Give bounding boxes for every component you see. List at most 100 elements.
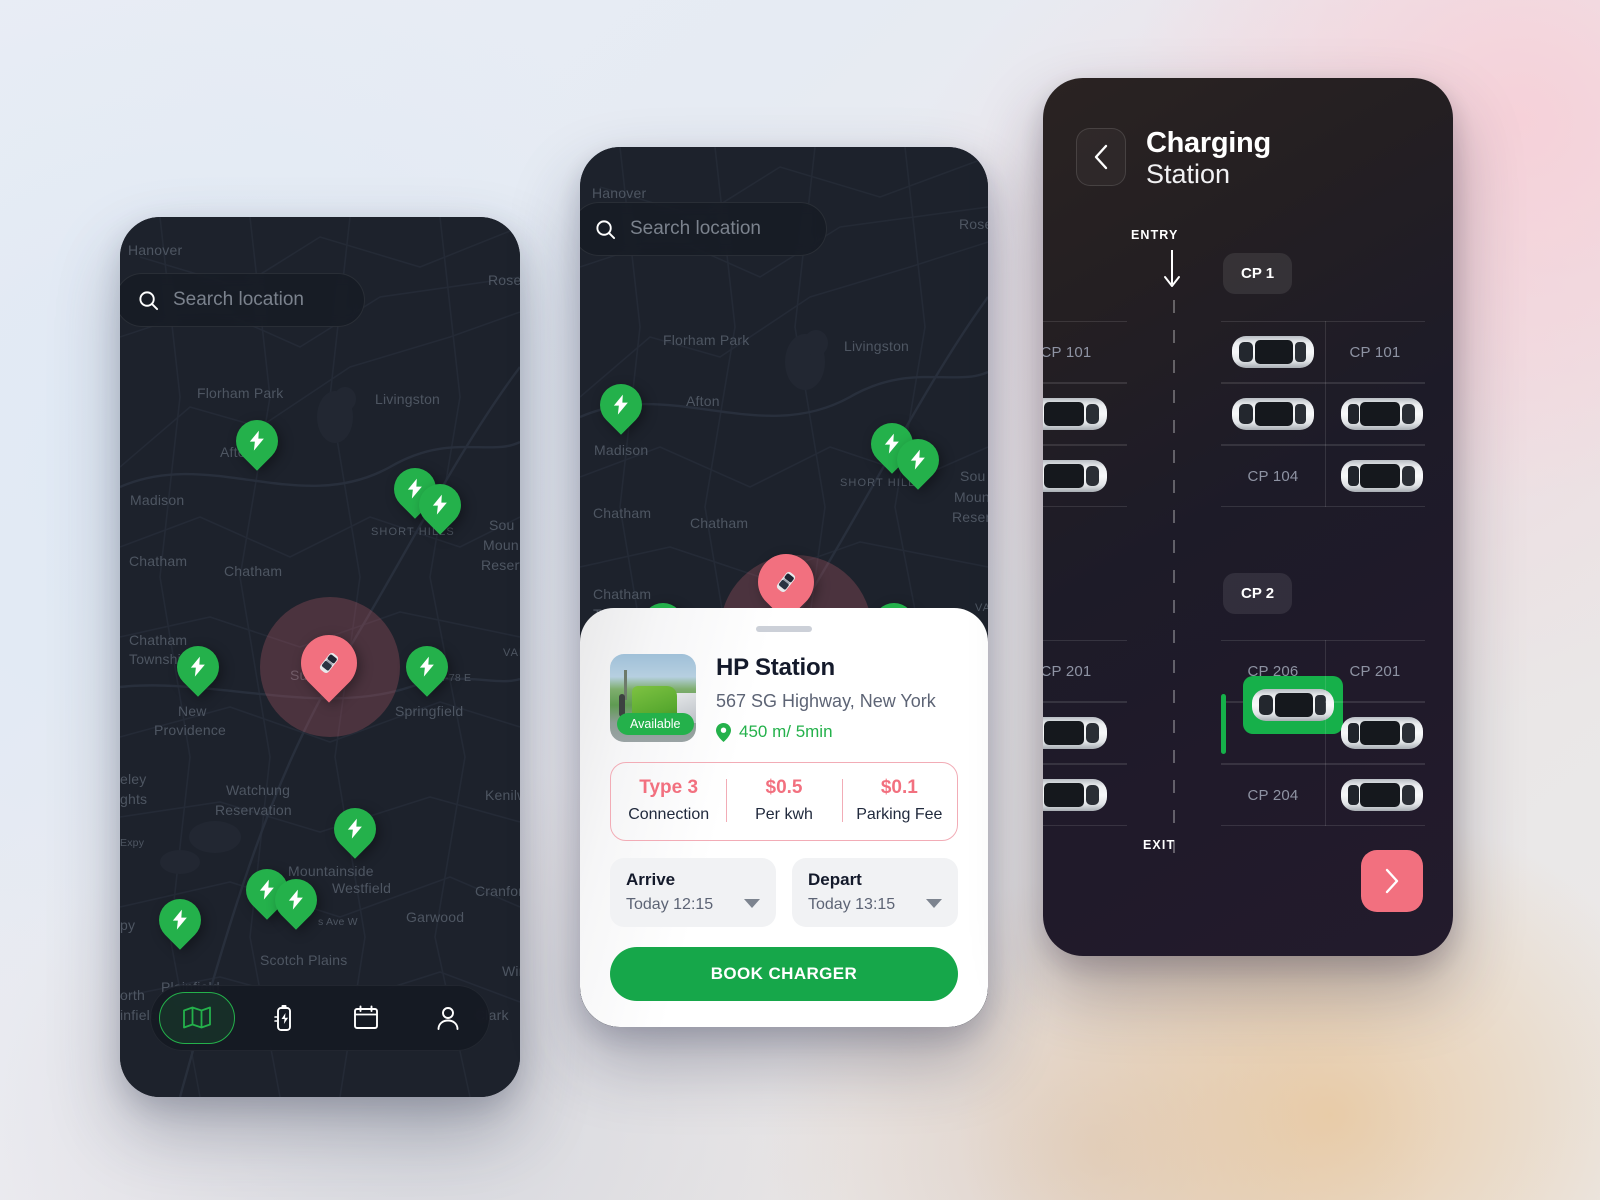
car-top-icon — [1043, 398, 1107, 430]
depart-time-select[interactable]: Depart Today 13:15 — [792, 858, 958, 927]
nav-item-map[interactable] — [159, 992, 235, 1044]
price-cell-parking: $0.1 Parking Fee — [841, 777, 957, 824]
header: Charging Station — [1076, 127, 1271, 190]
map-place-label: Livingston — [844, 338, 910, 354]
map-place-label: py — [120, 917, 136, 933]
arrive-label: Arrive — [626, 870, 676, 889]
parking-slot[interactable]: CP 204 — [1221, 764, 1325, 826]
section-chip-cp1[interactable]: CP 1 — [1223, 253, 1293, 294]
station-info: HP Station 567 SG Highway, New York 450 … — [716, 654, 936, 742]
car-top-icon — [1043, 460, 1107, 492]
car-top-icon — [1341, 717, 1423, 749]
map-place-label: Sou — [489, 517, 515, 533]
map-place-label: Reserv — [481, 557, 520, 573]
parking-slot[interactable]: CP 101 — [1325, 321, 1425, 383]
sheet-drag-handle[interactable] — [756, 626, 812, 632]
map-place-label: Scotch Plains — [260, 952, 348, 968]
next-button[interactable] — [1361, 850, 1423, 912]
parking-slot[interactable]: CP 101 — [1043, 321, 1127, 383]
parking-slot[interactable] — [1043, 445, 1127, 507]
map-place-label: Hanover — [592, 185, 647, 201]
map-place-label: Cranford — [475, 883, 520, 899]
map-place-label: Moun — [483, 537, 519, 553]
map-place-label: Watchung — [226, 782, 291, 798]
price-value: $0.5 — [765, 777, 803, 798]
column-divider — [1325, 321, 1326, 507]
depart-value: Today 13:15 — [808, 896, 896, 913]
map-place-label: Chatham — [593, 586, 652, 602]
nav-item-charging[interactable] — [251, 992, 317, 1044]
map-place-label: orth — [120, 987, 145, 1003]
parking-slot[interactable] — [1325, 702, 1425, 764]
map-icon — [183, 1006, 211, 1029]
map-place-label: Madison — [130, 492, 185, 508]
price-label: Per kwh — [755, 806, 813, 823]
slot-label: CP 201 — [1043, 662, 1092, 680]
chevron-down-icon — [744, 899, 760, 908]
parking-slot[interactable] — [1325, 764, 1425, 826]
location-pin-icon — [716, 722, 731, 742]
map-place-label: Afton — [686, 393, 720, 409]
parking-slot[interactable] — [1221, 321, 1325, 383]
parking-slot[interactable] — [1043, 702, 1127, 764]
parking-slot[interactable]: CP 201 — [1325, 640, 1425, 702]
car-icon — [776, 572, 796, 592]
entry-arrow-icon — [1164, 250, 1180, 287]
station-name: HP Station — [716, 654, 835, 681]
search-bar[interactable]: Search location — [120, 273, 365, 327]
parking-slot[interactable] — [1325, 383, 1425, 445]
map-place-label: Mountainside — [288, 863, 374, 879]
page-title-primary: Charging — [1146, 127, 1271, 159]
map-canvas[interactable]: HanoverRoselanFlorham ParkLivingstonAfto… — [120, 217, 520, 1097]
book-charger-button[interactable]: BOOK CHARGER — [610, 947, 958, 1001]
nav-item-bookings[interactable] — [333, 992, 399, 1044]
back-button[interactable] — [1076, 128, 1126, 186]
nav-item-profile[interactable] — [415, 992, 481, 1044]
map-place-label: Hanover — [128, 242, 183, 258]
phone-station-detail-screen: Hanover Roselan Florham Park Livingston Afto… — [580, 147, 988, 1027]
slot-label: CP 201 — [1349, 662, 1401, 680]
map-place-label: New — [178, 703, 207, 719]
map-place-label: s Ave W — [318, 916, 358, 928]
calendar-icon — [354, 1005, 378, 1029]
selected-slot-indicator — [1221, 694, 1226, 754]
arrive-value: Today 12:15 — [626, 896, 714, 913]
station-summary: Available HP Station 567 SG Highway, New… — [610, 654, 958, 742]
search-placeholder: Search location — [173, 289, 304, 310]
price-cell-perkwh: $0.5 Per kwh — [726, 777, 841, 824]
car-top-icon — [1043, 717, 1107, 749]
distance-text: 450 m/ 5min — [739, 722, 833, 741]
station-distance: 450 m/ 5min — [716, 722, 936, 742]
map-place-label: Chatham — [593, 505, 652, 521]
slot-label: CP 101 — [1043, 343, 1092, 361]
parking-slot[interactable] — [1043, 764, 1127, 826]
parking-slot[interactable] — [1221, 383, 1325, 445]
parking-slot[interactable] — [1043, 383, 1127, 445]
price-label: Parking Fee — [856, 806, 943, 823]
price-cell-connection: Type 3 Connection — [611, 777, 726, 824]
header-titles: Charging Station — [1146, 127, 1271, 190]
parking-slot[interactable]: CP 201 — [1043, 640, 1127, 702]
search-icon — [139, 290, 159, 310]
map-place-label: Chatham — [224, 563, 283, 579]
slot-label: CP 104 — [1247, 467, 1299, 485]
map-place-label: ghts — [120, 791, 148, 807]
person-icon — [437, 1007, 459, 1030]
price-label: Connection — [628, 806, 710, 823]
station-detail-sheet: Available HP Station 567 SG Highway, New… — [580, 608, 988, 1027]
slot-label: CP 204 — [1247, 786, 1299, 804]
search-bar-2[interactable]: Search location — [580, 202, 827, 256]
chevron-down-icon — [926, 899, 942, 908]
chevron-left-icon — [1094, 144, 1107, 170]
arrive-time-select[interactable]: Arrive Today 12:15 — [610, 858, 776, 927]
section-chip-cp2[interactable]: CP 2 — [1223, 573, 1293, 614]
car-top-icon — [1232, 398, 1314, 430]
map-place-label: eley — [120, 771, 147, 787]
map-place-label: Springfield — [395, 703, 464, 719]
slot-label: CP 101 — [1349, 343, 1401, 361]
map-place-label: Chatham — [129, 553, 188, 569]
parking-slot[interactable] — [1325, 445, 1425, 507]
map-place-label: Madison — [594, 442, 649, 458]
parking-slot[interactable]: CP 104 — [1221, 445, 1325, 507]
search-icon — [596, 219, 616, 239]
